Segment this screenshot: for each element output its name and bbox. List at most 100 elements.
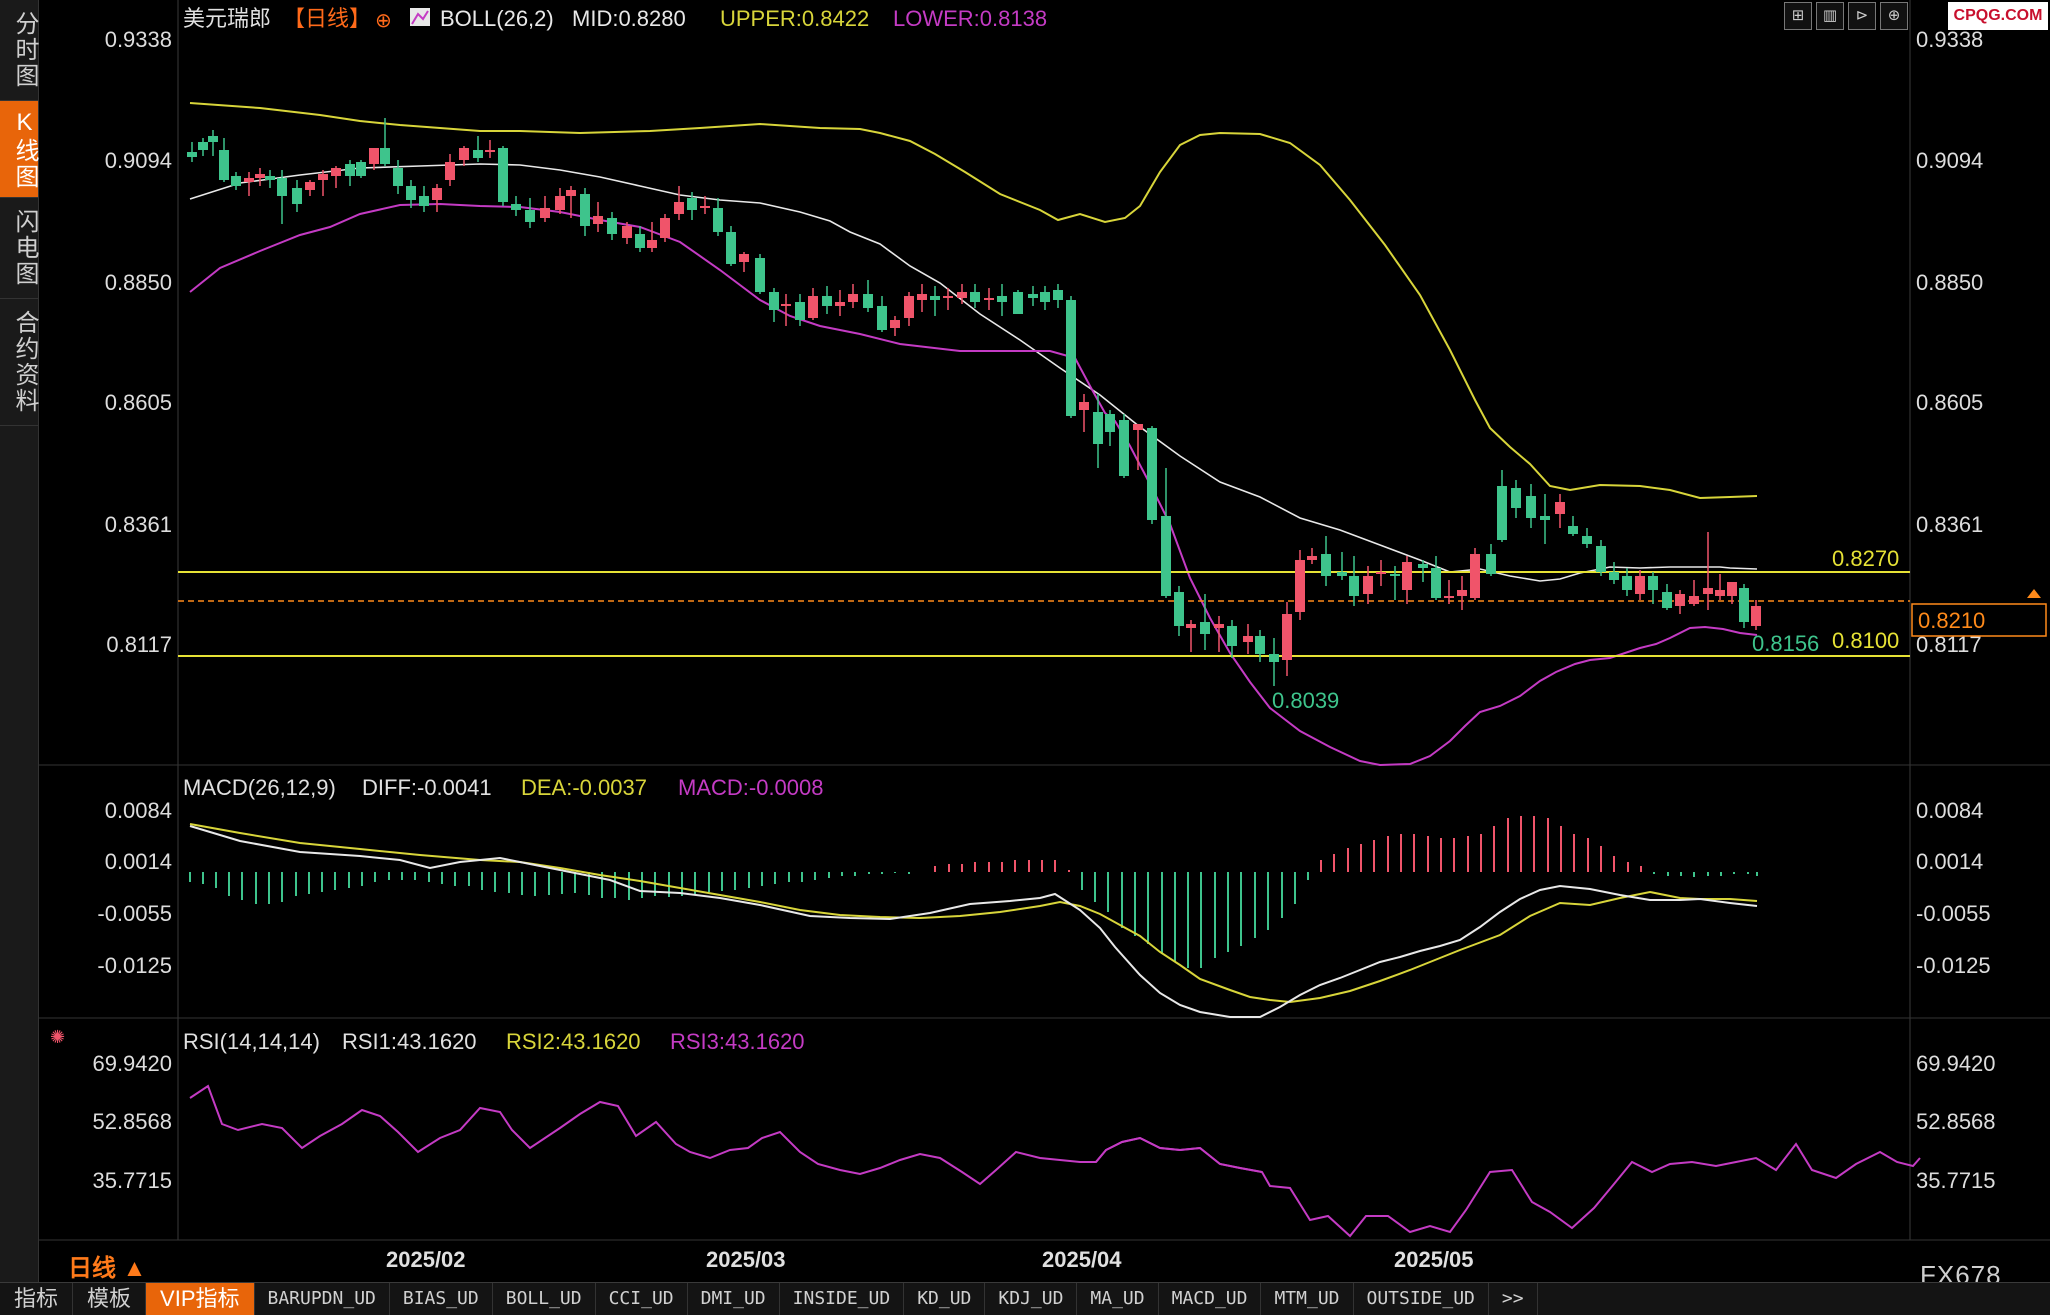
tab-mtm[interactable]: MTM_UD [1261, 1283, 1354, 1315]
tab-templates[interactable]: 模板 [73, 1283, 147, 1315]
month-label: 2025/05 [1394, 1247, 1474, 1272]
tab-flash-chart[interactable]: 闪电图 [0, 198, 38, 299]
candle-body [687, 198, 697, 210]
tab-kdj[interactable]: KDJ_UD [985, 1283, 1078, 1315]
candle-body [459, 148, 469, 160]
macd-tick: 0.0084 [105, 798, 172, 823]
candle-body [1596, 546, 1606, 572]
candle-body [1093, 412, 1103, 444]
lower-band-label: 0.8156 [1752, 631, 1819, 656]
candle-body [1376, 572, 1386, 574]
candle-body [1243, 636, 1253, 642]
candle-body [1751, 606, 1761, 626]
price-tick: 0.8361 [1916, 512, 1983, 537]
period-bracket: 【日线】 [283, 6, 371, 31]
candle-body [525, 210, 535, 222]
candle-body [1431, 568, 1441, 598]
candle-body [1609, 572, 1619, 580]
macd-diff: DIFF:-0.0041 [362, 775, 492, 800]
candle-body [208, 136, 218, 142]
price-tick: 0.9094 [105, 148, 172, 173]
candle-body [277, 178, 287, 196]
tab-cci[interactable]: CCI_UD [596, 1283, 688, 1315]
candle-body [713, 208, 723, 232]
candle-body [1727, 582, 1737, 596]
candle-body [1295, 560, 1305, 612]
candle-body [1227, 626, 1237, 646]
candle-body [473, 150, 483, 158]
period-selector[interactable]: 日线 ▲ [68, 1248, 146, 1283]
macd-tick: -0.0125 [1916, 953, 1991, 978]
tab-barupdn[interactable]: BARUPDN_UD [255, 1283, 390, 1315]
candle-body [244, 178, 254, 182]
tab-outside[interactable]: OUTSIDE_UD [1354, 1283, 1489, 1315]
candle-body [647, 240, 657, 248]
candle-body [369, 148, 379, 164]
rsi-tick: 69.9420 [92, 1051, 172, 1076]
bar-chart-icon[interactable]: ▥ [1816, 2, 1844, 30]
chart-area[interactable]: 美元瑞郎 【日线】 ⊕ BOLL(26,2) MID:0.8280 UPPER:… [38, 0, 2050, 1282]
rsi2-value: RSI2:43.1620 [506, 1029, 641, 1054]
tab-boll[interactable]: BOLL_UD [493, 1283, 596, 1315]
tab-vip-indicators[interactable]: VIP指标 [146, 1283, 255, 1315]
tab-indicators[interactable]: 指标 [0, 1283, 74, 1315]
month-label: 2025/04 [1042, 1247, 1122, 1272]
candle-body [318, 174, 328, 180]
tab-kd[interactable]: KD_UD [904, 1283, 986, 1315]
macd-tick: -0.0125 [97, 953, 172, 978]
candle-body [660, 218, 670, 238]
tab-kline[interactable]: K线图 [0, 101, 38, 198]
kline-chart[interactable]: 美元瑞郎 【日线】 ⊕ BOLL(26,2) MID:0.8280 UPPER:… [38, 0, 2050, 1282]
tab-inside[interactable]: INSIDE_UD [780, 1283, 905, 1315]
candle-body [485, 150, 495, 152]
candle-body [1321, 554, 1331, 576]
candle-body [1486, 554, 1496, 574]
macd-tick: -0.0055 [1916, 901, 1991, 926]
boll-upper: UPPER:0.8422 [720, 6, 869, 31]
macd-histogram [189, 816, 1758, 968]
candle-body [781, 304, 791, 306]
candle-body [848, 294, 858, 302]
candle-body [1079, 402, 1089, 410]
tab-ma[interactable]: MA_UD [1077, 1283, 1159, 1315]
candle-body [593, 216, 603, 224]
candle-body [1040, 292, 1050, 302]
candle-body [1214, 624, 1224, 628]
candle-body [1053, 290, 1063, 300]
candle-body [1555, 502, 1565, 514]
step-forward-icon[interactable]: ⊳ [1848, 2, 1876, 30]
candle-body [1662, 592, 1672, 608]
candle-body [1133, 424, 1143, 430]
candle-body [1444, 596, 1454, 598]
boll-mid-line [189, 163, 1758, 582]
candle-body [1540, 516, 1550, 520]
current-price-marker-icon [2027, 589, 2041, 598]
candle-body [904, 296, 914, 318]
tab-macd[interactable]: MACD_UD [1159, 1283, 1262, 1315]
crosshair-icon[interactable]: ⊞ [1784, 2, 1812, 30]
tab-contract-info[interactable]: 合约资料 [0, 299, 38, 426]
price-axis-right: 0.9338 0.9094 0.8850 0.8605 0.8361 0.811… [1916, 27, 1983, 657]
candle-body [580, 194, 590, 226]
tab-bias[interactable]: BIAS_UD [390, 1283, 493, 1315]
candle-body [863, 294, 873, 308]
tab-intraday[interactable]: 分时图 [0, 0, 38, 101]
price-tick: 0.8117 [106, 632, 172, 657]
macd-tick: -0.0055 [97, 901, 172, 926]
candle-body [1337, 572, 1347, 576]
candle-body [1119, 420, 1129, 476]
candle-body [755, 258, 765, 292]
candle-body [331, 168, 341, 176]
month-label: 2025/02 [386, 1247, 466, 1272]
tab-more[interactable]: >> [1489, 1283, 1538, 1315]
rsi1-value: RSI1:43.1620 [342, 1029, 477, 1054]
zoom-in-icon[interactable]: ⊕ [1880, 2, 1908, 30]
candle-body [1715, 590, 1725, 596]
tab-dmi[interactable]: DMI_UD [688, 1283, 780, 1315]
candle-body [877, 306, 887, 330]
rsi-settings-icon[interactable]: ✺ [50, 1027, 65, 1047]
candle-body [769, 292, 779, 310]
candle-body [1582, 536, 1592, 544]
candle-body [1689, 596, 1699, 604]
add-indicator-icon[interactable]: ⊕ [375, 10, 392, 32]
